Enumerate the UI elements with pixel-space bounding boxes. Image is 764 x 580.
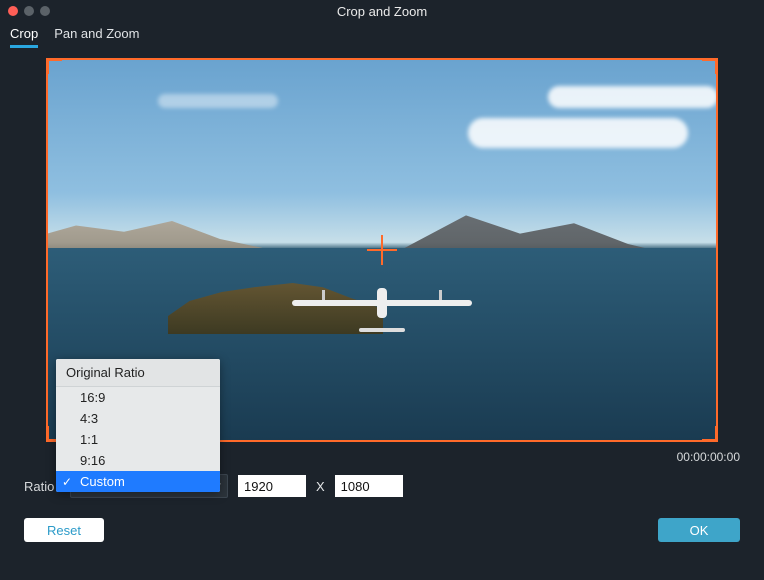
ratio-dropdown-header[interactable]: Original Ratio: [56, 359, 220, 387]
tab-crop[interactable]: Crop: [10, 26, 38, 48]
titlebar: Crop and Zoom: [0, 0, 764, 22]
airplane-graphic: [292, 300, 472, 306]
checkmark-icon: ✓: [62, 475, 72, 489]
timecode: 00:00:00:00: [677, 450, 740, 464]
crop-handle-top-right[interactable]: [702, 58, 718, 74]
width-input[interactable]: [238, 475, 306, 497]
tabs: Crop Pan and Zoom: [0, 22, 764, 48]
ratio-option-16-9[interactable]: 16:9: [56, 387, 220, 408]
traffic-lights: [8, 6, 50, 16]
zoom-icon[interactable]: [40, 6, 50, 16]
window-title: Crop and Zoom: [0, 4, 764, 19]
ratio-option-1-1[interactable]: 1:1: [56, 429, 220, 450]
ratio-dropdown[interactable]: Original Ratio 16:9 4:3 1:1 9:16 ✓ Custo…: [56, 359, 220, 492]
ratio-label: Ratio: [24, 479, 60, 494]
ratio-option-9-16[interactable]: 9:16: [56, 450, 220, 471]
tab-pan-and-zoom[interactable]: Pan and Zoom: [54, 26, 139, 48]
height-input[interactable]: [335, 475, 403, 497]
reset-button[interactable]: Reset: [24, 518, 104, 542]
ratio-option-custom[interactable]: ✓ Custom: [56, 471, 220, 492]
close-icon[interactable]: [8, 6, 18, 16]
dimension-separator: X: [316, 479, 325, 494]
ratio-option-custom-label: Custom: [80, 474, 125, 489]
crop-handle-bottom-right[interactable]: [702, 426, 718, 442]
ratio-option-4-3[interactable]: 4:3: [56, 408, 220, 429]
ok-button[interactable]: OK: [658, 518, 740, 542]
minimize-icon[interactable]: [24, 6, 34, 16]
footer: Reset OK: [0, 498, 764, 542]
crop-handle-top-left[interactable]: [46, 58, 62, 74]
